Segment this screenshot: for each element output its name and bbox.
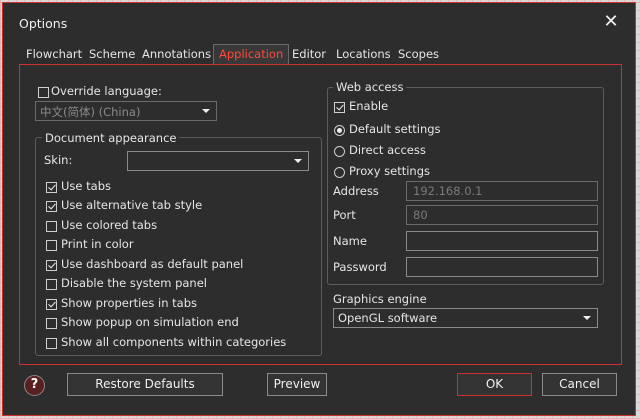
restore-defaults-button[interactable]: Restore Defaults (67, 373, 223, 396)
use-tabs-label: Use tabs (61, 179, 111, 193)
alt-tab-style-label: Use alternative tab style (61, 198, 203, 212)
override-language-label: Override language: (51, 84, 162, 98)
all-components-label: Show all components within categories (61, 335, 287, 349)
tab-scopes[interactable]: Scopes (393, 45, 444, 65)
tab-scheme[interactable]: Scheme (84, 45, 140, 65)
chevron-down-icon (202, 109, 210, 113)
all-components-checkbox[interactable] (46, 338, 57, 349)
override-language-checkbox[interactable] (38, 87, 49, 98)
language-select[interactable]: 中文(简体) (China) (35, 101, 217, 121)
web-enable-checkbox[interactable] (334, 102, 345, 113)
application-panel: Override language: 中文(简体) (China) Docume… (19, 64, 622, 365)
tab-locations[interactable]: Locations (331, 45, 396, 65)
proxy-settings-radio[interactable] (334, 167, 345, 178)
title-bar: Options ✕ (3, 3, 635, 41)
preview-button[interactable]: Preview (267, 373, 327, 396)
graphics-engine-value: OpenGL software (338, 311, 438, 325)
dashboard-default-checkbox[interactable] (46, 260, 57, 271)
disable-system-panel-checkbox[interactable] (46, 279, 57, 290)
direct-access-label: Direct access (349, 143, 426, 157)
close-icon[interactable]: ✕ (601, 12, 621, 32)
colored-tabs-label: Use colored tabs (61, 218, 158, 232)
properties-tabs-label: Show properties in tabs (61, 296, 198, 310)
disable-system-panel-label: Disable the system panel (61, 276, 207, 290)
name-field[interactable] (406, 231, 598, 251)
popup-simulation-end-label: Show popup on simulation end (61, 315, 239, 329)
popup-simulation-end-checkbox[interactable] (46, 318, 57, 329)
address-label: Address (333, 184, 379, 198)
graphics-engine-select[interactable]: OpenGL software (333, 308, 598, 328)
direct-access-radio[interactable] (334, 146, 345, 157)
password-label: Password (333, 260, 387, 274)
alt-tab-style-checkbox[interactable] (46, 201, 57, 212)
skin-label: Skin: (44, 153, 73, 167)
colored-tabs-checkbox[interactable] (46, 221, 57, 232)
tab-flowchart[interactable]: Flowchart (21, 45, 87, 65)
graphics-engine-label: Graphics engine (333, 292, 427, 306)
default-settings-label: Default settings (349, 122, 441, 136)
chevron-down-icon (583, 316, 591, 320)
default-settings-radio[interactable] (334, 125, 345, 136)
web-access-title: Web access (333, 80, 407, 94)
language-value: 中文(简体) (China) (40, 105, 141, 119)
use-tabs-checkbox[interactable] (46, 182, 57, 193)
address-field[interactable]: 192.168.0.1 (406, 181, 598, 201)
name-label: Name (333, 234, 367, 248)
tab-editor[interactable]: Editor (287, 45, 331, 65)
tab-application[interactable]: Application (213, 44, 290, 65)
proxy-settings-label: Proxy settings (349, 164, 431, 178)
window-title: Options (19, 16, 68, 31)
properties-tabs-checkbox[interactable] (46, 299, 57, 310)
ok-button[interactable]: OK (457, 373, 532, 396)
chevron-down-icon (294, 159, 302, 163)
port-label: Port (333, 208, 356, 222)
options-dialog: Options ✕ Flowchart Scheme Annotations A… (2, 2, 636, 416)
tab-annotations[interactable]: Annotations (137, 45, 216, 65)
print-color-label: Print in color (61, 237, 134, 251)
dashboard-default-label: Use dashboard as default panel (61, 257, 244, 271)
document-appearance-title: Document appearance (42, 131, 180, 145)
skin-select[interactable] (127, 151, 309, 171)
print-color-checkbox[interactable] (46, 240, 57, 251)
cancel-button[interactable]: Cancel (542, 373, 617, 396)
web-enable-label: Enable (349, 99, 389, 113)
help-icon[interactable] (24, 375, 45, 396)
port-field[interactable]: 80 (406, 205, 598, 225)
password-field[interactable] (406, 257, 598, 277)
